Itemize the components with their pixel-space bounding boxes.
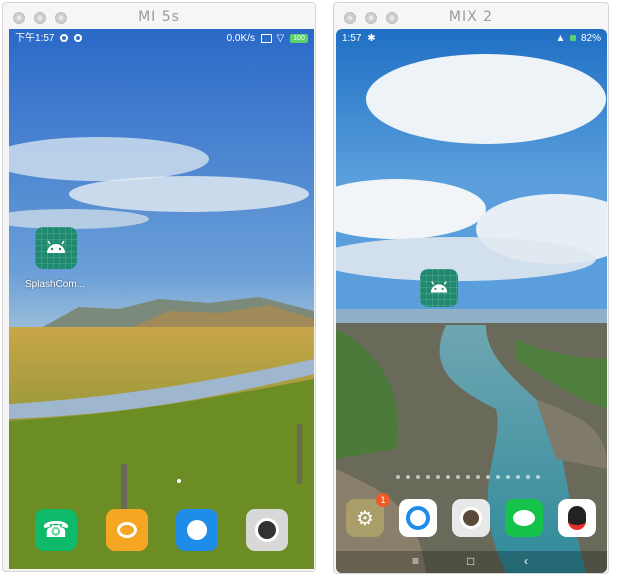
menu-icon[interactable]: ≡ [412, 554, 419, 568]
splash-app-icon[interactable] [35, 227, 77, 269]
browser-app-icon[interactable] [176, 509, 218, 551]
window-title: MI 5s [138, 9, 180, 25]
window-title: MIX 2 [448, 9, 494, 25]
android-robot-icon [47, 240, 65, 253]
page-indicator [177, 479, 181, 483]
messages-app-icon[interactable] [106, 509, 148, 551]
status-time: 1:57 [342, 33, 362, 44]
page-indicator [396, 475, 546, 479]
notification-icon [74, 34, 83, 43]
phone-icon: ☎ [42, 517, 70, 542]
signal-icon: ▲ [555, 33, 566, 44]
camera-app-icon[interactable] [452, 499, 490, 537]
titlebar: MI 5s [3, 3, 315, 31]
wallpaper-grassland [9, 29, 314, 569]
message-bubble-icon [117, 522, 137, 538]
battery-percent: 82% [580, 33, 601, 44]
camera-lens-icon [460, 507, 482, 529]
compass-icon [187, 520, 207, 540]
navigation-bar: ≡ □ ‹ [336, 551, 607, 573]
penguin-icon [568, 506, 586, 530]
splash-app-label: SplashCom... [25, 279, 86, 290]
phone-app-icon[interactable]: ☎ [35, 509, 77, 551]
splash-app-icon[interactable] [420, 269, 458, 307]
wechat-bubbles-icon [513, 510, 535, 526]
gear-icon: ⚙ [356, 507, 374, 530]
wallpaper-canyon [336, 29, 607, 573]
android-robot-icon [430, 281, 448, 293]
browser-q-icon [406, 506, 430, 530]
emulator-window-mix2: MIX 2 1:57 ✱ ▲ 82% ⚙ 1 ≡ □ ‹ [333, 2, 609, 574]
bluetooth-icon: ✱ [367, 33, 376, 44]
phone-screen: 下午1:57 0.0K/s ▽ 100 SplashCom... ☎ [9, 29, 314, 569]
wechat-app-icon[interactable] [505, 499, 543, 537]
battery-icon: 100 [290, 33, 308, 43]
notification-icon [60, 34, 69, 43]
emulator-window-mi5s: MI 5s 下午1:57 0.0K/s ▽ 100 SplashCom... ☎ [2, 2, 316, 572]
sim-icon [260, 33, 272, 43]
titlebar: MIX 2 [334, 3, 608, 31]
camera-app-icon[interactable] [246, 509, 288, 551]
notification-badge: 1 [376, 493, 390, 507]
home-icon[interactable]: □ [467, 554, 474, 568]
camera-lens-icon [255, 518, 279, 542]
status-time: 下午1:57 [15, 33, 55, 44]
qq-app-icon[interactable] [558, 499, 596, 537]
battery-icon [570, 35, 577, 42]
wifi-icon: ▽ [276, 33, 285, 44]
browser-app-icon[interactable] [399, 499, 437, 537]
status-bar: 下午1:57 0.0K/s ▽ 100 [9, 29, 314, 49]
phone-screen: 1:57 ✱ ▲ 82% ⚙ 1 ≡ □ ‹ [336, 29, 607, 573]
status-bar: 1:57 ✱ ▲ 82% [336, 29, 607, 49]
back-icon[interactable]: ‹ [524, 554, 528, 568]
network-speed: 0.0K/s [226, 33, 255, 44]
